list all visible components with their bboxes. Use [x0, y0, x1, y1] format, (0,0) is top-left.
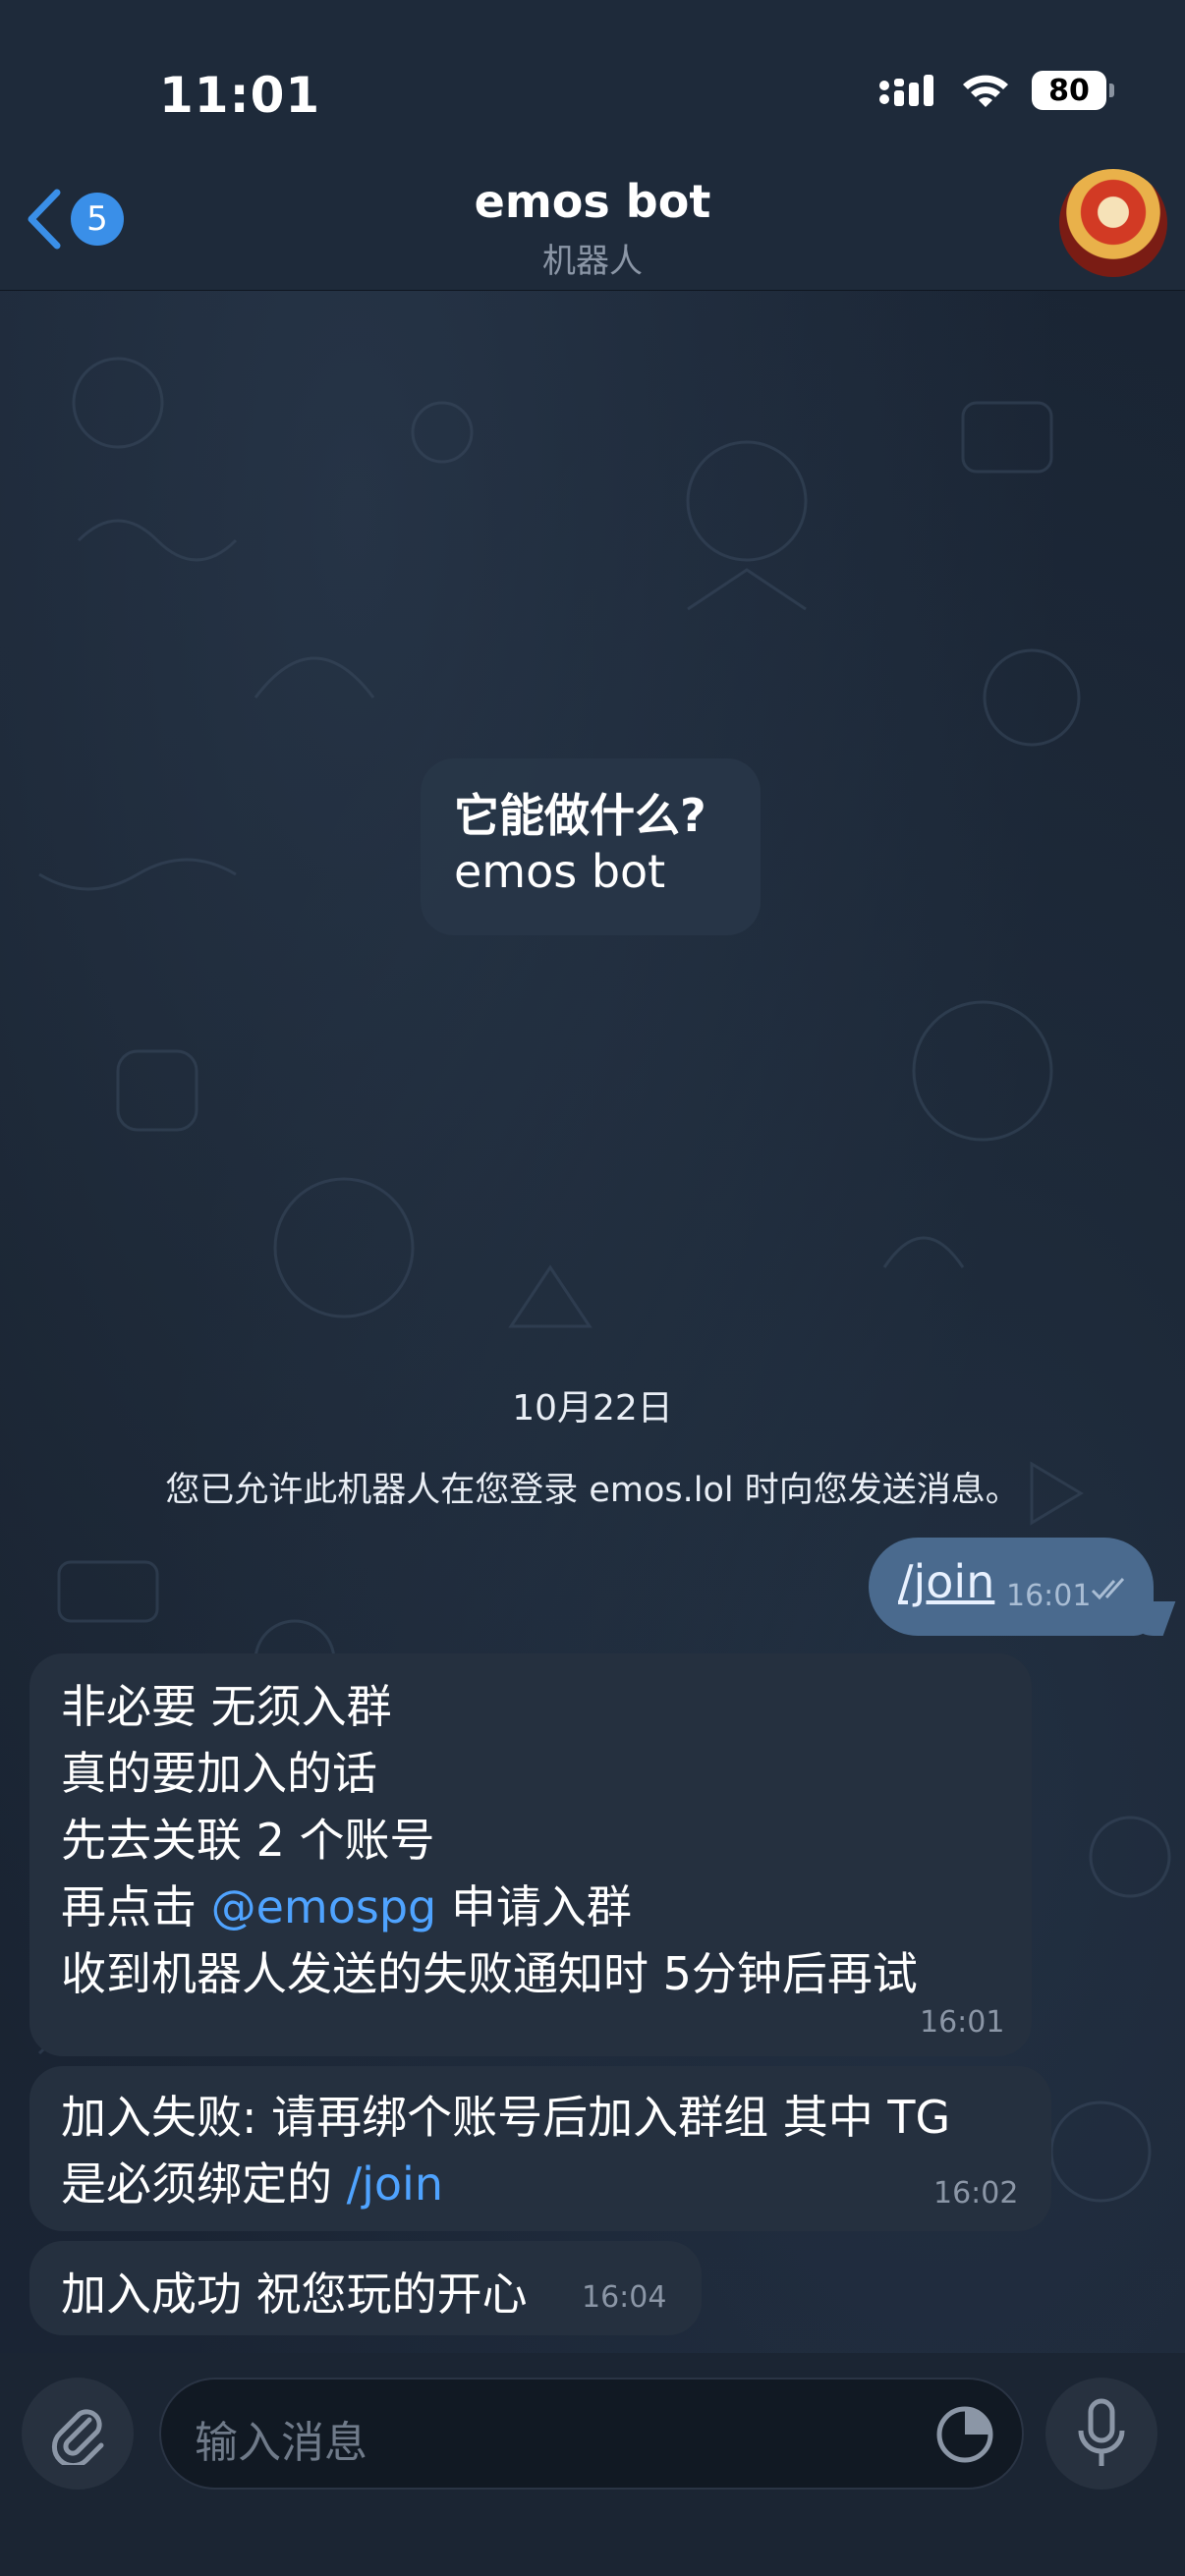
message-line: 先去关联 2 个账号 [61, 1814, 435, 1867]
bot-info-title: 它能做什么? [454, 789, 706, 842]
paperclip-icon [51, 2409, 104, 2465]
service-message: 您已允许此机器人在您登录 emos.lol 时向您发送消息。 [165, 1471, 1020, 1510]
message-time: 16:02 [933, 2176, 1019, 2211]
status-icons: 80 [878, 71, 1114, 110]
double-check-icon [1091, 1577, 1125, 1600]
bot-info-subtitle: emos bot [454, 845, 666, 898]
incoming-message[interactable]: 加入失败: 请再绑个账号后加入群组 其中 TG 是必须绑定的 /join 16:… [29, 2066, 1051, 2231]
message-input[interactable]: 输入消息 [159, 2378, 1024, 2490]
message-time: 16:01 [920, 2005, 1005, 2040]
message-line-text: 再点击 [61, 1880, 211, 1933]
message-line: 真的要加入的话 [61, 1747, 377, 1800]
message-line: 收到机器人发送的失败通知时 5分钟后再试 [61, 1947, 918, 2000]
bot-avatar[interactable] [1059, 169, 1167, 277]
incoming-message[interactable]: 非必要 无须入群 真的要加入的话 先去关联 2 个账号 再点击 @emospg … [29, 1653, 1032, 2056]
chat-header: 11:01 80 5 emos bot 机器人 [0, 0, 1185, 291]
message-line: 再点击 @emospg 申请入群 [61, 1872, 632, 1936]
message-time: 16:01 [1006, 1579, 1092, 1613]
message-line-text: 是必须绑定的 [61, 2157, 347, 2211]
mention-link[interactable]: @emospg [211, 1880, 437, 1933]
message-line: 加入失败: 请再绑个账号后加入群组 其中 TG [61, 2091, 951, 2144]
status-bar: 11:01 80 [0, 0, 1185, 167]
outgoing-command-link[interactable]: /join [898, 1555, 994, 1608]
chat-screen: 11:01 80 5 emos bot 机器人 它能做什么? emos bot … [0, 0, 1185, 2576]
date-separator: 10月22日 [512, 1388, 673, 1428]
message-line: 是必须绑定的 /join [61, 2149, 443, 2213]
attach-button[interactable] [22, 2378, 134, 2490]
command-link[interactable]: /join [347, 2157, 443, 2211]
microphone-icon [1078, 2398, 1125, 2466]
outgoing-message[interactable]: /join 16:01 [869, 1538, 1154, 1636]
battery-indicator: 80 [1032, 71, 1114, 110]
voice-record-button[interactable] [1045, 2378, 1157, 2490]
message-line-text: 申请入群 [436, 1880, 632, 1933]
message-input-placeholder: 输入消息 [195, 2418, 367, 2468]
status-time: 11:01 [159, 67, 321, 124]
incoming-message[interactable]: 加入成功 祝您玩的开心 16:04 [29, 2241, 702, 2335]
message-line: 非必要 无须入群 [61, 1680, 392, 1733]
wifi-icon [963, 75, 1008, 107]
chat-title[interactable]: emos bot [0, 175, 1185, 228]
chat-subtitle: 机器人 [542, 242, 643, 281]
sticker-icon[interactable] [933, 2403, 996, 2466]
message-line: 加入成功 祝您玩的开心 [61, 2268, 528, 2321]
signal-icon [879, 75, 933, 106]
message-time: 16:04 [582, 2280, 667, 2315]
bot-info-card: 它能做什么? emos bot [421, 758, 761, 935]
